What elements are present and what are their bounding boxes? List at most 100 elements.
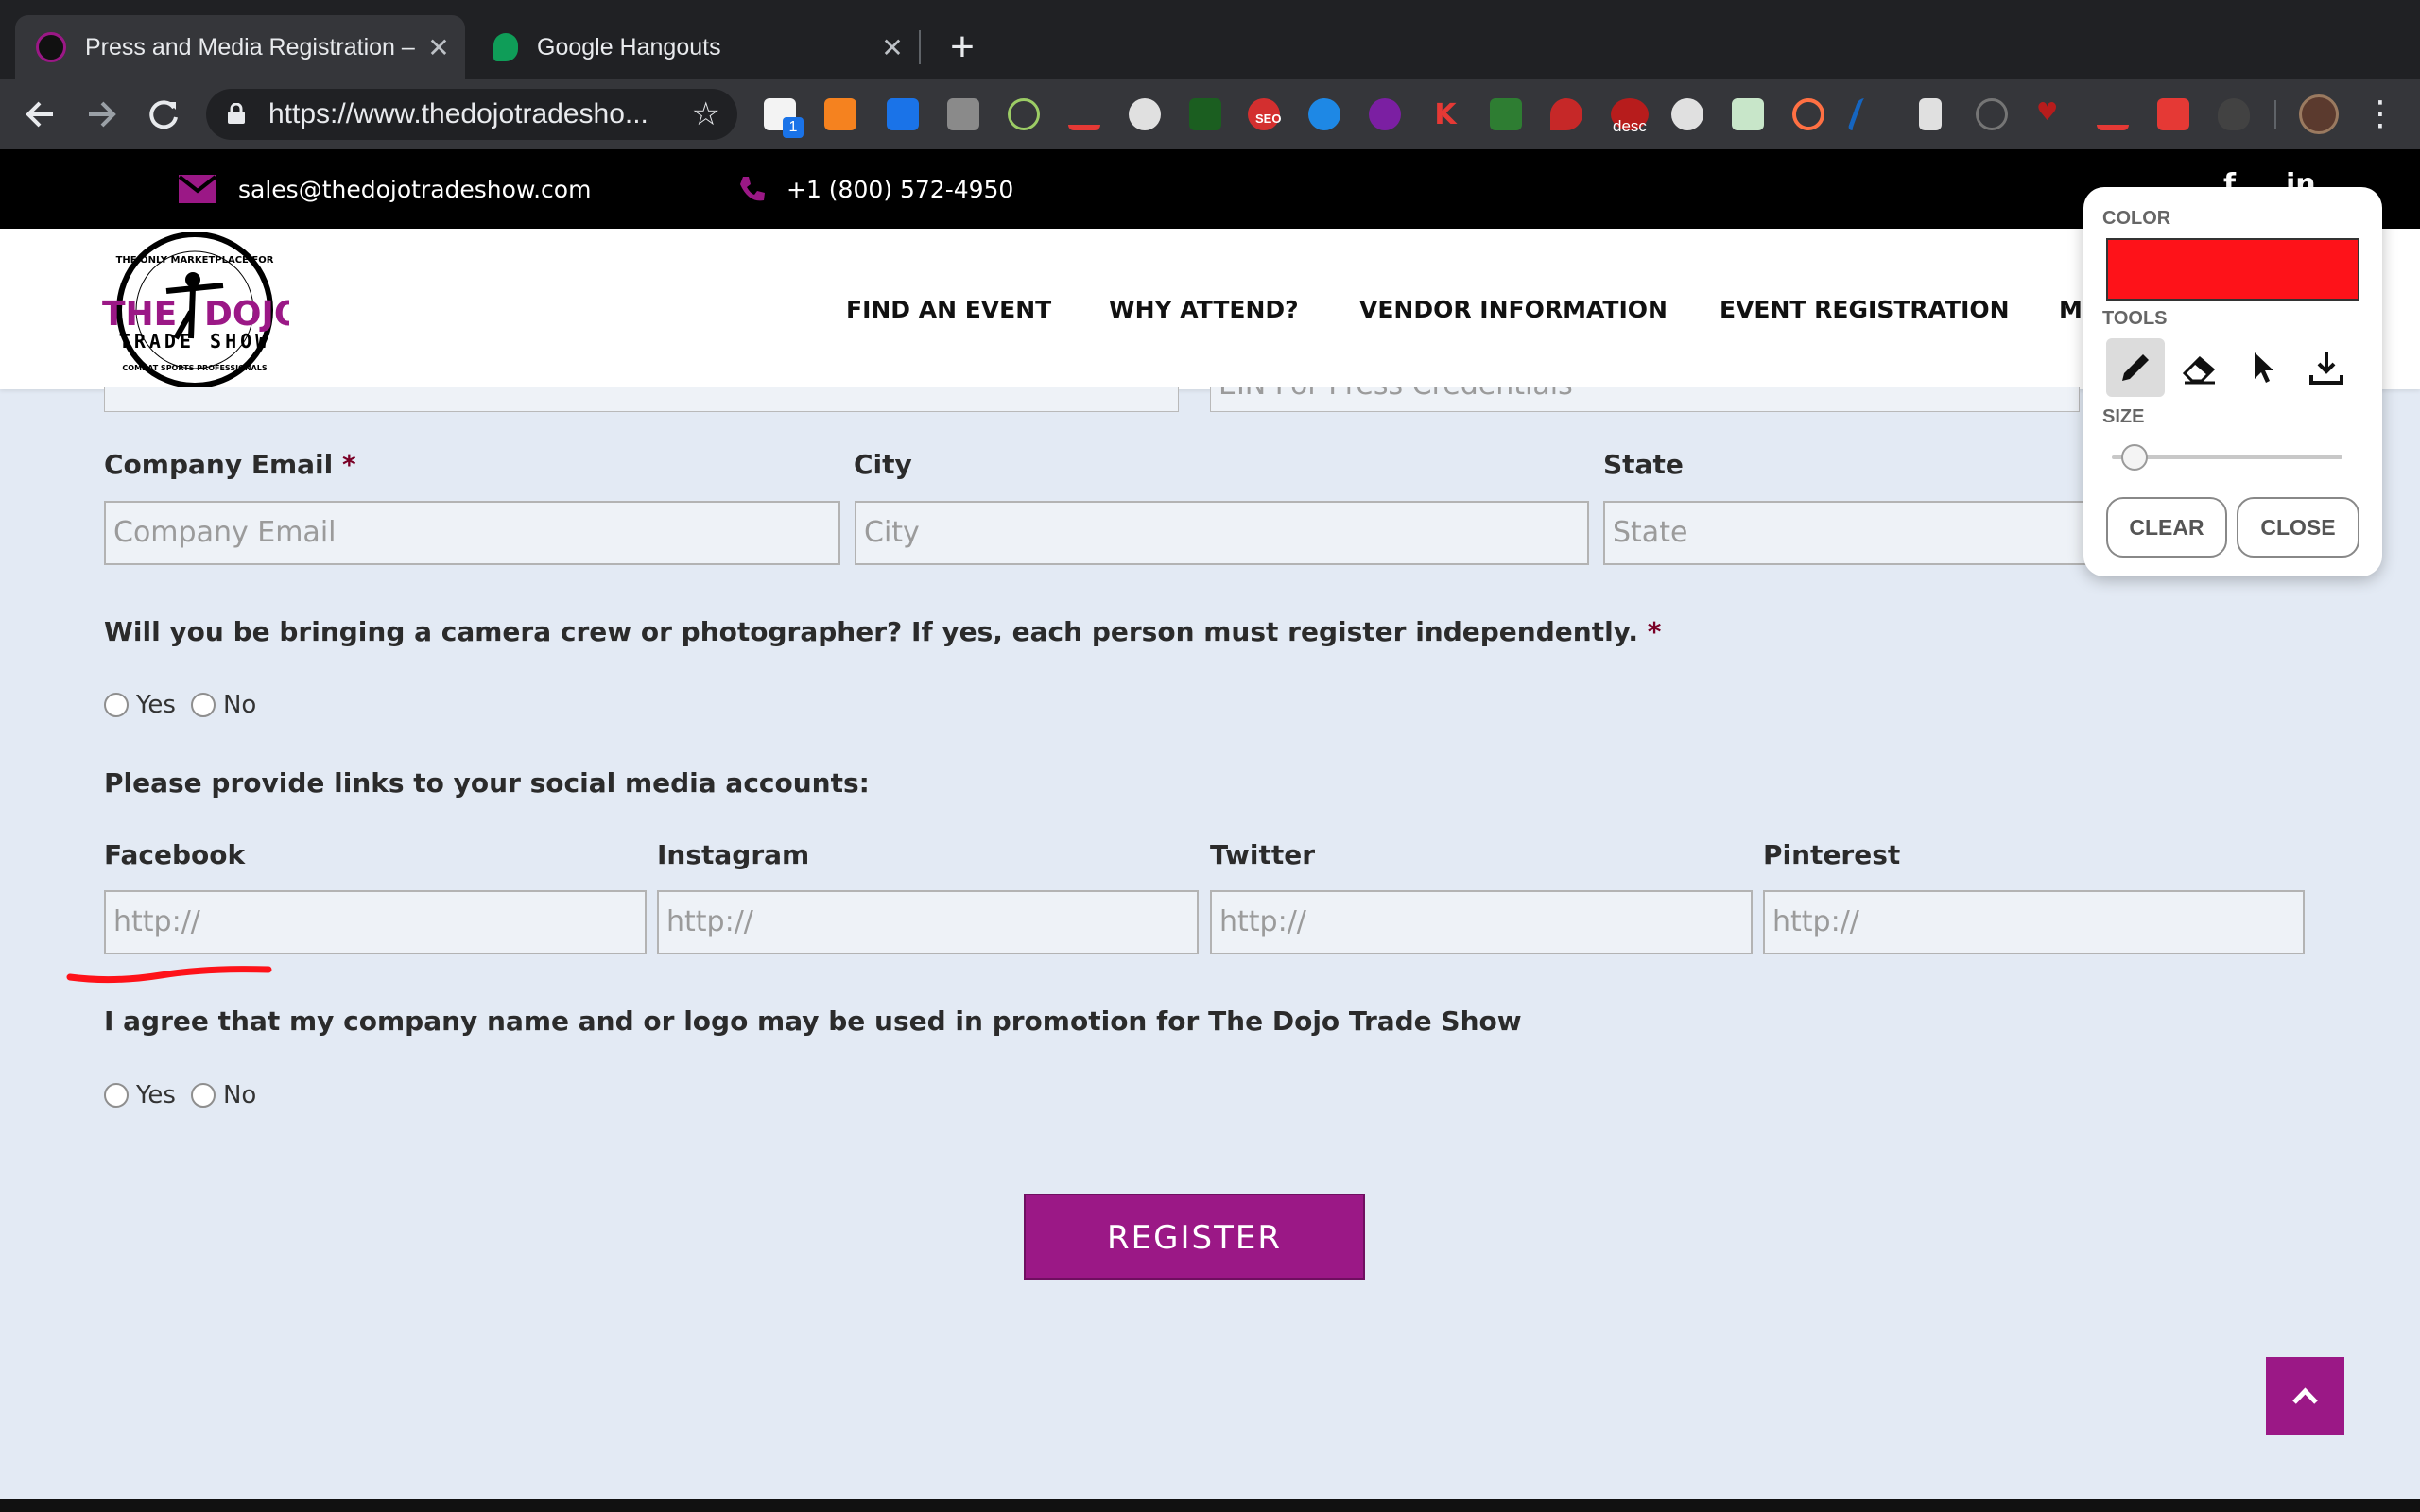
twitter-input[interactable]: http:// [1210,890,1753,954]
tab-press-registration[interactable]: Press and Media Registration – ✕ [15,15,465,79]
extension-m-icon[interactable] [947,98,979,130]
extension-doc-icon[interactable] [1919,98,1942,130]
extension-highlighter-icon[interactable] [2097,98,2129,130]
extension-pen-icon[interactable] [1846,98,1892,130]
cut-off-field-text: EIN For Press Credentials [1219,387,1573,402]
extension-search-icon[interactable] [1792,98,1824,130]
bookmark-star-icon[interactable]: ☆ [692,89,720,140]
extension-b-icon[interactable] [887,98,919,130]
cut-off-field-right[interactable]: EIN For Press Credentials [1210,387,2080,412]
radio-button[interactable] [190,693,216,717]
clear-button[interactable]: CLEAR [2106,497,2227,558]
radio-button[interactable] [104,1083,129,1108]
radio-button[interactable] [104,693,129,717]
contact-email[interactable]: sales@thedojotradeshow.com [178,149,591,229]
forward-arrow-icon [89,101,116,128]
option-label: Yes [136,691,176,719]
forward-button[interactable] [78,91,125,138]
logo-tradeshow-text: TRADE SHOW [119,330,270,352]
agree-question-label: I agree that my company name and or logo… [104,1005,1522,1037]
dojo-trade-show-logo[interactable]: THE ONLY MARKETPLACE FOR COMBAT SPORTS P… [100,232,289,387]
extension-disc-icon[interactable] [1129,98,1161,130]
footer-edge [0,1499,2420,1512]
extension-shutter-icon[interactable] [1671,98,1703,130]
extension-bw-icon[interactable] [1189,98,1221,130]
new-tab-button[interactable]: + [942,23,983,72]
city-input[interactable]: City [855,501,1589,565]
extension-pin-icon[interactable] [1550,98,1582,130]
instagram-input[interactable]: http:// [657,890,1199,954]
pointer-tool[interactable] [2233,338,2291,397]
extension-cat-icon[interactable] [2218,98,2250,130]
extension-flag-icon[interactable] [1490,98,1522,130]
extension-slash-icon[interactable] [1732,98,1764,130]
extension-dropbox-icon[interactable]: 1 [764,98,804,138]
company-email-input[interactable]: Company Email [104,501,840,565]
city-label: City [854,449,912,480]
extension-arrow-icon[interactable] [2157,98,2189,130]
radio-button[interactable] [190,1083,216,1108]
size-slider-handle[interactable] [2121,444,2149,471]
nav-find-event[interactable]: FIND AN EVENT [846,229,1051,389]
chevron-up-icon [2292,1387,2318,1404]
pencil-tool[interactable] [2106,338,2165,397]
nav-event-registration[interactable]: EVENT REGISTRATION [1720,229,2010,389]
extension-cart-icon[interactable] [1068,98,1100,130]
extension-heart-icon[interactable]: ♥ [2036,98,2068,130]
required-mark: * [341,449,356,480]
nav-vendor-information[interactable]: VENDOR INFORMATION [1359,229,1668,389]
state-input[interactable]: State [1603,501,2095,565]
register-button[interactable]: REGISTER [1024,1194,1365,1280]
cut-off-field-left[interactable] [104,387,1179,412]
back-arrow-icon [26,101,53,128]
reload-button[interactable] [140,91,187,138]
camera-radio-group: Yes No [104,690,271,720]
agree-yes-option[interactable]: Yes [104,1081,176,1109]
camera-question-text: Will you be bringing a camera crew or ph… [104,616,1639,647]
url-text: https://www.thedojotradesho... [268,98,648,129]
close-button[interactable]: CLOSE [2237,497,2360,558]
extension-seo-icon[interactable]: SEO [1248,98,1282,130]
extension-color-icon[interactable] [1369,98,1401,130]
site-header: THE ONLY MARKETPLACE FOR COMBAT SPORTS P… [0,229,2420,389]
close-tab-icon[interactable]: ✕ [420,32,458,63]
extension-check-icon[interactable] [1308,98,1340,130]
required-mark: * [1647,616,1662,647]
contact-phone[interactable]: +1 (800) 572-4950 [737,149,1013,229]
agree-no-option[interactable]: No [190,1081,256,1109]
reload-icon [149,100,178,129]
seo-badge: SEO [1255,112,1282,126]
camera-no-option[interactable]: No [190,691,256,719]
camera-question-label: Will you be bringing a camera crew or ph… [104,616,1661,647]
desc-badge: desc [1613,117,1647,135]
facebook-input[interactable]: http:// [104,890,647,954]
tab-google-hangouts[interactable]: Google Hangouts ✕ [473,15,919,79]
drawing-tool-panel: COLOR TOOLS SIZE CLEAR CLOSE [2083,187,2382,576]
logo-top-arc-text: THE ONLY MARKETPLACE FOR [116,255,274,266]
extension-link-icon[interactable] [1008,98,1040,130]
profile-avatar[interactable] [2299,94,2339,134]
browser-menu-icon[interactable]: ⋮ [2363,93,2397,136]
extension-spiral-icon[interactable] [1976,98,2008,130]
back-button[interactable] [17,91,64,138]
address-bar[interactable]: https://www.thedojotradesho... ☆ [206,89,737,140]
pointer-icon [2255,352,2273,383]
close-tab-icon[interactable]: ✕ [873,32,911,63]
download-tool[interactable] [2297,338,2356,397]
extension-k-icon[interactable]: K [1429,98,1461,131]
scroll-to-top-button[interactable] [2266,1357,2344,1435]
option-label: Yes [136,1081,176,1109]
extension-desc-icon[interactable]: desc [1611,98,1649,135]
logo-bottom-arc-text: COMBAT SPORTS PROFESSIONALS [122,364,267,372]
color-swatch[interactable] [2106,238,2360,301]
tab-title: Google Hangouts [537,33,721,60]
phone-icon [740,177,765,201]
pinterest-input[interactable]: http:// [1763,890,2305,954]
tab-divider [919,30,921,64]
extension-analytics-icon[interactable] [824,98,856,130]
agree-radio-group: Yes No [104,1080,271,1110]
nav-why-attend[interactable]: WHY ATTEND? [1109,229,1299,389]
camera-yes-option[interactable]: Yes [104,691,176,719]
contact-bar: sales@thedojotradeshow.com +1 (800) 572-… [0,149,2420,229]
eraser-tool[interactable] [2170,338,2229,397]
